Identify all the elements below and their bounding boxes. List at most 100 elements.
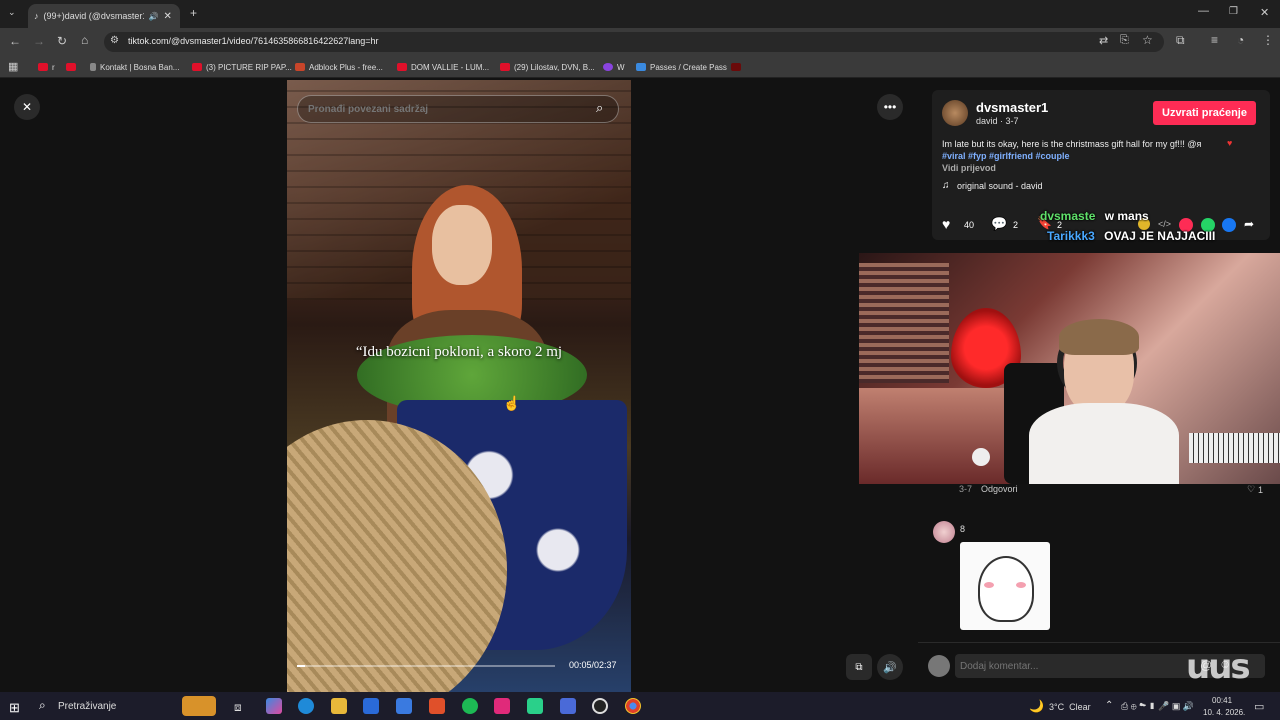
profile-icon[interactable]: ◔ xyxy=(1237,33,1244,47)
brave-icon[interactable] xyxy=(429,698,445,714)
like-icon[interactable]: ♥ xyxy=(942,216,950,232)
clock-date[interactable]: 10. 4. 2026. xyxy=(1203,708,1245,717)
bookmark-9[interactable]: Passes / Create Pass xyxy=(636,58,727,76)
youtube-icon xyxy=(500,63,510,71)
bookmark-2[interactable] xyxy=(66,58,80,76)
app-blue-icon[interactable] xyxy=(560,698,576,714)
spotify-icon[interactable] xyxy=(462,698,478,714)
reload-icon[interactable]: ↻ xyxy=(57,34,67,48)
bookmark-5[interactable]: Adblock Plus - free... xyxy=(295,58,383,76)
video-player[interactable]: “Idu bozicni pokloni, a skoro 2 mj 00:05… xyxy=(287,80,631,692)
bookmark-star-icon[interactable]: ☆ xyxy=(1142,33,1153,47)
more-options-button[interactable]: ••• xyxy=(877,94,903,120)
taskbar-search-label: Pretraživanje xyxy=(58,701,117,712)
embed-icon[interactable]: </> xyxy=(1158,219,1171,229)
tray-icons[interactable]: ⎙ ⊕ ☁ ▮ 🎤 ▣ 🔊 xyxy=(1121,701,1194,712)
author-username[interactable]: dvsmaster1 xyxy=(976,100,1048,115)
youtube-icon xyxy=(38,63,48,71)
obs-icon[interactable] xyxy=(592,698,608,714)
comment-input[interactable] xyxy=(960,658,1180,674)
facebook-icon[interactable] xyxy=(1222,218,1236,232)
media-icon[interactable]: ≡ xyxy=(1211,33,1218,47)
heart-emoji-icon: ♥ xyxy=(1227,138,1233,148)
bookmark-4[interactable]: (3) PICTURE RIP PAP... xyxy=(192,58,292,76)
back-icon[interactable]: ← xyxy=(9,34,21,48)
copilot-icon[interactable] xyxy=(266,698,282,714)
adblock-icon xyxy=(295,63,305,71)
miniplayer-button[interactable]: ⧉ xyxy=(846,654,872,680)
url-text: tiktok.com/@dvsmaster1/video/76146358668… xyxy=(128,36,379,46)
keyboard-piano-shape xyxy=(1189,433,1280,463)
tray-chevron-icon[interactable]: ⌃ xyxy=(1105,700,1113,711)
install-icon[interactable]: ⎘ xyxy=(1120,34,1129,47)
taskbar-search[interactable]: ⌕ Pretraživanje xyxy=(32,694,222,718)
apps-icon[interactable]: ▦ xyxy=(8,60,18,73)
related-search[interactable]: ⌕ xyxy=(297,95,619,123)
window-close-icon[interactable]: ✕ xyxy=(1260,6,1269,19)
share-arrow-icon[interactable]: ➦ xyxy=(1244,217,1254,231)
related-search-input[interactable] xyxy=(308,101,578,117)
streamer-hair-shape xyxy=(1059,319,1139,355)
comment-count: 2 xyxy=(1013,220,1019,230)
bookmark-10[interactable] xyxy=(731,58,741,76)
bookmark-6[interactable]: DOM VALLIE - LUM... xyxy=(397,58,489,76)
translate-icon[interactable]: ⇄ xyxy=(1099,34,1108,47)
comment-icon[interactable]: 💬 xyxy=(991,216,1007,232)
bookmark-7[interactable]: (29) Lilostav, DVN, B... xyxy=(500,58,595,76)
app-green-icon[interactable] xyxy=(527,698,543,714)
audio-icon[interactable]: 🔊 xyxy=(149,12,159,21)
bookmark-3[interactable]: Kontakt | Bosna Ban... xyxy=(90,58,179,76)
bookmark-8[interactable]: W xyxy=(603,58,625,76)
sound-name[interactable]: original sound - david xyxy=(957,181,1043,191)
commenter-avatar[interactable] xyxy=(933,521,955,543)
pass-icon xyxy=(636,63,646,71)
bookmark-label: Adblock Plus - free... xyxy=(309,62,383,72)
miniplayer-icon: ⧉ xyxy=(855,661,863,673)
extensions-icon[interactable]: ⧉ xyxy=(1176,33,1185,48)
tab-search-icon[interactable]: ⌄ xyxy=(8,7,16,18)
twitch-icon xyxy=(603,63,613,71)
close-video-button[interactable]: ✕ xyxy=(14,94,40,120)
menu-icon[interactable]: ⋮ xyxy=(1262,33,1274,47)
minimize-icon[interactable]: — xyxy=(1198,5,1209,17)
weather-text[interactable]: 3°C Clear xyxy=(1049,702,1091,712)
tidal-t-icon[interactable] xyxy=(494,698,510,714)
outlook-icon[interactable] xyxy=(396,698,412,714)
sticker-image xyxy=(960,542,1050,630)
bookmark-label: W xyxy=(617,62,625,72)
home-icon[interactable]: ⌂ xyxy=(81,33,88,47)
youtube-icon xyxy=(66,63,76,71)
see-translation-link[interactable]: Vidi prijevod xyxy=(942,163,996,173)
notification-icon[interactable]: ▭ xyxy=(1254,700,1264,713)
bookmark-label: DOM VALLIE - LUM... xyxy=(411,62,490,72)
comment-like-icon[interactable]: ♡ xyxy=(1247,484,1255,495)
edge-icon[interactable] xyxy=(298,698,314,714)
avatar[interactable] xyxy=(942,100,968,126)
tiktok-icon: ♪ xyxy=(34,11,39,21)
task-view-icon[interactable]: ⧈ xyxy=(234,700,242,715)
follow-back-button[interactable]: Uzvrati praćenje xyxy=(1153,101,1256,125)
bookmark-label: Passes / Create Pass xyxy=(650,62,727,72)
forward-icon[interactable]: → xyxy=(33,34,45,48)
site-info-icon[interactable]: ⚙ xyxy=(110,35,119,46)
restore-icon[interactable]: ❐ xyxy=(1229,6,1238,17)
volume-button[interactable]: 🔊 xyxy=(877,654,903,680)
streamer-shirt-shape xyxy=(1029,403,1179,484)
bookmark-1[interactable]: r xyxy=(38,58,55,76)
tab-tiktok[interactable]: ♪ (99+)david (@dvsmaster1) 🔊 ✕ xyxy=(28,4,180,28)
progress-track[interactable] xyxy=(297,665,555,667)
tab-close-icon[interactable]: ✕ xyxy=(163,11,171,22)
new-tab-icon[interactable]: + xyxy=(190,6,197,20)
file-explorer-icon[interactable] xyxy=(331,698,347,714)
chrome-icon[interactable] xyxy=(625,698,641,714)
reply-button[interactable]: Odgovori xyxy=(981,484,1018,494)
search-icon[interactable]: ⌕ xyxy=(596,100,603,116)
store-icon[interactable] xyxy=(363,698,379,714)
commenter-name[interactable]: 8 xyxy=(960,524,965,534)
bookmark-label: Kontakt | Bosna Ban... xyxy=(100,62,180,72)
music-note-icon: ♫ xyxy=(942,180,950,191)
windows-start-icon[interactable]: ⊞ xyxy=(9,700,20,716)
post-hashtags[interactable]: #viral #fyp #girlfriend #couple xyxy=(942,151,1070,161)
clock-time[interactable]: 00:41 xyxy=(1212,696,1232,705)
address-bar[interactable]: ⚙ tiktok.com/@dvsmaster1/video/761463586… xyxy=(104,32,1164,52)
